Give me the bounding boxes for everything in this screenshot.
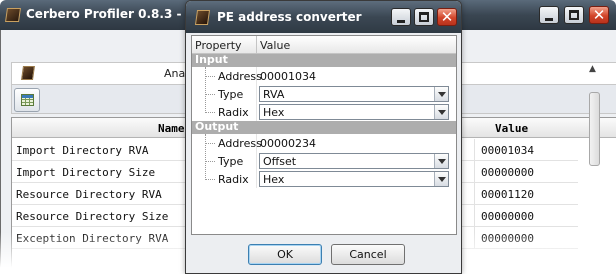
input-radix-select[interactable]: Hex bbox=[259, 104, 449, 120]
row-name: Exception Directory RVA bbox=[16, 232, 169, 245]
input-radix-value: Hex bbox=[263, 106, 285, 119]
output-address-row[interactable]: Address 00000234 bbox=[192, 134, 456, 152]
cancel-button[interactable]: Cancel bbox=[331, 244, 405, 265]
main-maximize-button[interactable] bbox=[564, 6, 584, 24]
minimize-icon bbox=[397, 20, 405, 23]
property-grid: Property Value Input Address 00001034 Ty… bbox=[191, 35, 457, 235]
screen: Cerbero Profiler 0.8.3 - [reso ✕ Ana Nam… bbox=[0, 0, 616, 274]
output-address-value[interactable]: 00000234 bbox=[260, 137, 316, 150]
row-value: 00001120 bbox=[481, 188, 534, 201]
input-address-row[interactable]: Address 00001034 bbox=[192, 67, 456, 85]
row-value: 00001034 bbox=[481, 144, 534, 157]
dialog-close-button[interactable]: ✕ bbox=[437, 8, 457, 26]
row-value: 00000000 bbox=[481, 210, 534, 223]
dialog-maximize-button[interactable] bbox=[414, 8, 434, 26]
table-view-button[interactable] bbox=[14, 88, 40, 112]
column-header-property: Property bbox=[195, 39, 242, 52]
chevron-down-icon[interactable] bbox=[434, 87, 448, 101]
close-icon: ✕ bbox=[592, 6, 606, 24]
app-icon bbox=[194, 10, 211, 25]
output-address-label: Address bbox=[218, 137, 262, 150]
ok-button[interactable]: OK bbox=[248, 244, 322, 265]
vertical-scrollbar-thumb[interactable] bbox=[589, 92, 600, 166]
chevron-down-icon[interactable] bbox=[434, 172, 448, 186]
dialog-titlebar: PE address converter ✕ bbox=[186, 1, 461, 33]
row-value: 00000000 bbox=[481, 232, 534, 245]
dialog-title: PE address converter bbox=[217, 10, 362, 24]
chevron-down-icon[interactable] bbox=[434, 154, 448, 168]
output-radix-label: Radix bbox=[218, 173, 249, 186]
column-header-value[interactable]: Value bbox=[495, 122, 528, 135]
scroll-up-arrow[interactable]: ▲ bbox=[589, 64, 596, 74]
dialog-button-bar: OK Cancel bbox=[191, 237, 457, 273]
main-close-button[interactable]: ✕ bbox=[589, 6, 609, 24]
output-radix-select[interactable]: Hex bbox=[259, 171, 449, 187]
row-name: Import Directory RVA bbox=[16, 144, 149, 157]
input-type-value: RVA bbox=[263, 88, 285, 101]
chevron-down-icon[interactable] bbox=[434, 105, 448, 119]
row-name: Resource Directory Size bbox=[16, 210, 169, 223]
input-type-row: Type RVA bbox=[192, 85, 456, 103]
minimize-icon bbox=[545, 18, 553, 21]
tab-label: Ana bbox=[164, 67, 186, 80]
dialog-minimize-button[interactable] bbox=[391, 8, 411, 26]
close-icon: ✕ bbox=[440, 8, 454, 26]
output-type-value: Offset bbox=[263, 155, 297, 168]
input-address-value[interactable]: 00001034 bbox=[260, 70, 316, 83]
input-group-label: Input bbox=[195, 53, 228, 66]
input-type-select[interactable]: RVA bbox=[259, 86, 449, 102]
property-grid-header: Property Value bbox=[192, 36, 456, 54]
output-group-header[interactable]: Output bbox=[192, 120, 456, 134]
input-address-label: Address bbox=[218, 70, 262, 83]
output-radix-row: Radix Hex bbox=[192, 170, 456, 188]
input-group-header[interactable]: Input bbox=[192, 53, 456, 67]
column-header-value: Value bbox=[260, 39, 291, 52]
row-name: Import Directory Size bbox=[16, 166, 156, 179]
maximize-icon bbox=[569, 10, 579, 20]
maximize-icon bbox=[419, 12, 429, 22]
output-type-select[interactable]: Offset bbox=[259, 153, 449, 169]
table-icon bbox=[21, 94, 34, 106]
output-type-label: Type bbox=[218, 155, 244, 168]
input-type-label: Type bbox=[218, 88, 244, 101]
main-minimize-button[interactable] bbox=[539, 6, 559, 24]
output-type-row: Type Offset bbox=[192, 152, 456, 170]
input-radix-row: Radix Hex bbox=[192, 103, 456, 121]
column-header-name[interactable]: Name bbox=[158, 122, 185, 135]
output-radix-value: Hex bbox=[263, 173, 285, 186]
input-radix-label: Radix bbox=[218, 106, 249, 119]
output-group-label: Output bbox=[195, 120, 239, 133]
row-name: Resource Directory RVA bbox=[16, 188, 162, 201]
file-icon bbox=[21, 66, 35, 80]
row-value: 00000000 bbox=[481, 166, 534, 179]
pe-address-converter-dialog: PE address converter ✕ Property Value In… bbox=[185, 0, 462, 274]
app-icon bbox=[5, 8, 21, 22]
